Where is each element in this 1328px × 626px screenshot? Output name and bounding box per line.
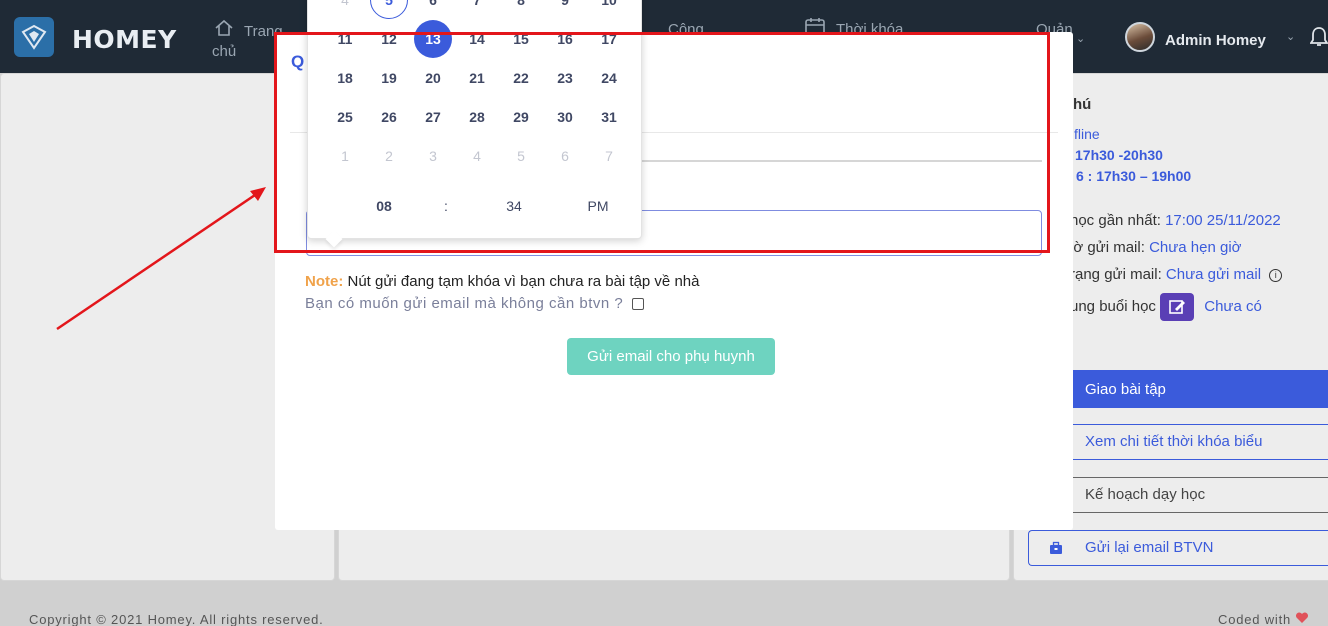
annotation-arrow [56,187,266,331]
